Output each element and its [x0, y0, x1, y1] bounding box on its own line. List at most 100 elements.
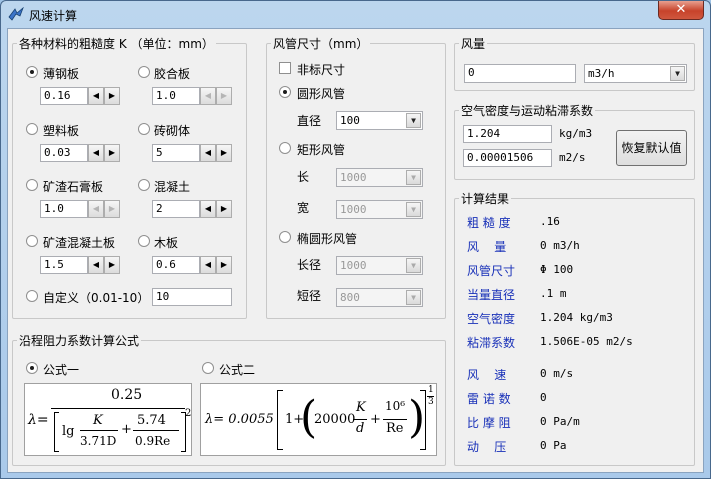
spin-right-icon[interactable]: ▶: [104, 144, 120, 162]
result-value: 0 Pa: [540, 439, 567, 452]
diameter-value: 100: [340, 114, 360, 127]
custom-roughness-input[interactable]: 10: [152, 288, 232, 306]
胶合板-radio[interactable]: [138, 66, 150, 78]
chevron-down-icon[interactable]: ▼: [406, 290, 421, 305]
spin-left-icon[interactable]: ◀: [200, 144, 216, 162]
f2-exp-numerator: 1: [428, 385, 434, 395]
spin-right-icon[interactable]: ▶: [104, 87, 120, 105]
formula-legend: 沿程阻力系数计算公式: [19, 334, 140, 348]
duct-size-legend: 风管尺寸（mm）: [273, 37, 369, 51]
f1-fraction-bar: [51, 408, 185, 409]
oval-duct-radio[interactable]: [279, 231, 291, 243]
custom-roughness-radio[interactable]: [26, 290, 38, 302]
results-legend: 计算结果: [461, 192, 510, 206]
formula-two-image[interactable]: λ= 0.0055 1+ ( 20000 K d + 10⁶ Re ) 1 3: [200, 383, 437, 456]
spin-right-icon[interactable]: ▶: [104, 256, 120, 274]
f1-plus: +: [121, 422, 132, 437]
material-spinner[interactable]: ◀ ▶: [88, 256, 120, 274]
material-value-input[interactable]: 1.0: [152, 87, 200, 105]
f1-bracket-left: [54, 412, 59, 452]
木板-radio[interactable]: [138, 235, 150, 247]
title-bar[interactable]: 风速计算 ✕: [1, 1, 710, 28]
chevron-down-icon[interactable]: ▼: [406, 258, 421, 273]
material-spinner[interactable]: ◀ ▶: [200, 256, 232, 274]
material-spinner[interactable]: ◀ ▶: [200, 200, 232, 218]
airflow-unit-select[interactable]: m3/h ▼: [584, 64, 687, 83]
material-value-input[interactable]: 0.03: [40, 144, 88, 162]
矿渣石膏板-radio[interactable]: [26, 179, 38, 191]
material-spinner[interactable]: ◀ ▶: [200, 87, 232, 105]
result-label: 风 量: [467, 240, 507, 254]
result-label: 粘滞系数: [467, 336, 516, 350]
oval-minor-label: 短径: [297, 289, 322, 303]
spin-left-icon[interactable]: ◀: [88, 87, 104, 105]
custom-roughness-label: 自定义（0.01-10）: [43, 291, 150, 305]
material-label: 混凝土: [154, 180, 191, 194]
close-button[interactable]: ✕: [658, 1, 704, 20]
rect-width-label: 宽: [297, 201, 310, 215]
material-value-input[interactable]: 1.5: [40, 256, 88, 274]
chevron-down-icon[interactable]: ▼: [670, 66, 685, 81]
material-value-input[interactable]: 1.0: [40, 200, 88, 218]
spin-left-icon[interactable]: ◀: [200, 87, 216, 105]
airflow-input[interactable]: 0: [464, 64, 576, 83]
diameter-select[interactable]: 100 ▼: [336, 111, 423, 130]
spin-right-icon[interactable]: ▶: [216, 200, 232, 218]
result-value: Φ 100: [540, 263, 574, 276]
material-spinner[interactable]: ◀ ▶: [200, 144, 232, 162]
air-density-input[interactable]: 1.204: [463, 125, 552, 143]
formula-two-radio[interactable]: [202, 362, 214, 374]
f2-re: Re: [386, 421, 404, 436]
f1-re: 0.9Re: [135, 434, 171, 448]
material-spinner[interactable]: ◀ ▶: [88, 144, 120, 162]
spin-right-icon[interactable]: ▶: [216, 144, 232, 162]
material-spinner[interactable]: ◀ ▶: [88, 87, 120, 105]
material-spinner[interactable]: ◀ ▶: [88, 200, 120, 218]
f1-lg: lg: [62, 424, 75, 439]
formula-one-image[interactable]: λ= 0.25 lg K 3.71D + 5.74 0.9Re 2: [24, 383, 192, 456]
formula-one-radio[interactable]: [26, 362, 38, 374]
diameter-label: 直径: [297, 114, 322, 128]
rect-duct-radio[interactable]: [279, 142, 291, 154]
viscosity-input[interactable]: 0.00001506: [463, 149, 552, 167]
spin-left-icon[interactable]: ◀: [200, 256, 216, 274]
rect-length-value: 1000: [340, 171, 367, 184]
spin-right-icon[interactable]: ▶: [216, 87, 232, 105]
oval-minor-select[interactable]: 800 ▼: [336, 288, 423, 307]
塑料板-radio[interactable]: [26, 123, 38, 135]
roughness-legend: 各种材料的粗糙度 K （单位：mm）: [19, 37, 214, 51]
f1-exponent: 2: [185, 408, 192, 419]
material-value-input[interactable]: 2: [152, 200, 200, 218]
nonstandard-size-checkbox[interactable]: [279, 62, 291, 74]
混凝土-radio[interactable]: [138, 179, 150, 191]
薄钢板-radio[interactable]: [26, 66, 38, 78]
chevron-down-icon[interactable]: ▼: [406, 113, 421, 128]
矿渣混凝土板-radio[interactable]: [26, 235, 38, 247]
spin-left-icon[interactable]: ◀: [88, 144, 104, 162]
rect-length-select[interactable]: 1000 ▼: [336, 168, 423, 187]
material-value-input[interactable]: 0.6: [152, 256, 200, 274]
material-value-input[interactable]: 5: [152, 144, 200, 162]
round-duct-radio[interactable]: [279, 86, 291, 98]
spin-left-icon[interactable]: ◀: [88, 200, 104, 218]
spin-left-icon[interactable]: ◀: [200, 200, 216, 218]
chevron-down-icon[interactable]: ▼: [406, 170, 421, 185]
砖砌体-radio[interactable]: [138, 123, 150, 135]
rect-width-select[interactable]: 1000 ▼: [336, 200, 423, 219]
reset-defaults-button[interactable]: 恢复默认值: [616, 130, 687, 166]
spin-right-icon[interactable]: ▶: [104, 200, 120, 218]
viscosity-unit: m2/s: [559, 151, 586, 164]
chevron-down-icon[interactable]: ▼: [406, 202, 421, 217]
spin-left-icon[interactable]: ◀: [88, 256, 104, 274]
f2-bracket-left: [277, 390, 283, 450]
material-value-input[interactable]: 0.16: [40, 87, 88, 105]
f2-bracket-right: [420, 390, 426, 450]
client-area: 各种材料的粗糙度 K （单位：mm） 薄钢板 胶合板 0.16 ◀ ▶ 1.0 ◀…: [7, 28, 704, 473]
f1-d: 3.71D: [80, 434, 117, 448]
result-label: 当量直径: [467, 288, 516, 302]
f2-k-bar: [353, 419, 367, 420]
oval-major-select[interactable]: 1000 ▼: [336, 256, 423, 275]
f1-re-bar: [133, 430, 179, 431]
spin-right-icon[interactable]: ▶: [216, 256, 232, 274]
window-title: 风速计算: [29, 9, 78, 23]
